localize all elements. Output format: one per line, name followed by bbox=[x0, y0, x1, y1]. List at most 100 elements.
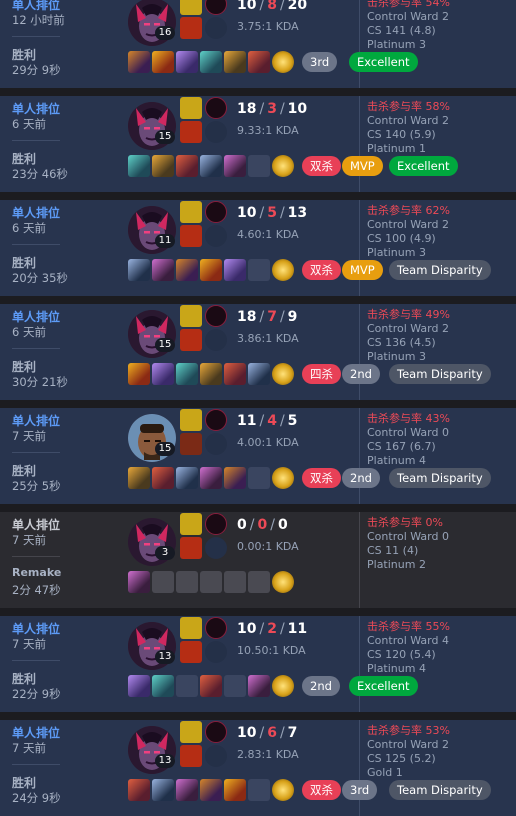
match-card[interactable]: 单人排位 7 天前 胜利 22分 9秒 13 10/2/11 10.50:1 KDA 击杀参与… bbox=[0, 616, 516, 712]
item-icon[interactable] bbox=[224, 155, 246, 177]
flash-spell-icon[interactable] bbox=[180, 97, 202, 119]
flash-spell-icon[interactable] bbox=[180, 617, 202, 639]
item-icon[interactable] bbox=[200, 363, 222, 385]
control-ward-count: Control Ward 4 bbox=[367, 634, 449, 647]
match-card[interactable]: 单人排位 6 天前 胜利 30分 21秒 15 18/7/9 3.86:1 KDA 击杀参与率… bbox=[0, 304, 516, 400]
electrocute-rune-icon[interactable] bbox=[205, 201, 227, 223]
slash: / bbox=[279, 725, 285, 741]
sorcery-rune-icon[interactable] bbox=[205, 17, 227, 39]
ignite-spell-icon[interactable] bbox=[180, 641, 202, 663]
electrocute-rune-icon[interactable] bbox=[205, 97, 227, 119]
item-icon[interactable] bbox=[248, 675, 270, 697]
item-icon[interactable] bbox=[128, 155, 150, 177]
item-icon[interactable] bbox=[152, 467, 174, 489]
divider bbox=[12, 36, 60, 37]
match-card[interactable]: 单人排位 7 天前 胜利 25分 5秒 15 11/4/5 4.00:1 KDA 击杀参与率 … bbox=[0, 408, 516, 504]
champion-level: 3 bbox=[155, 546, 175, 560]
electrocute-rune-icon[interactable] bbox=[205, 513, 227, 535]
sorcery-rune-icon[interactable] bbox=[205, 225, 227, 247]
item-icon[interactable] bbox=[248, 51, 270, 73]
sorcery-rune-icon[interactable] bbox=[205, 745, 227, 767]
match-card[interactable]: 单人排位 12 小时前 胜利 29分 9秒 16 10/8/20 3.75:1 KDA 击杀参… bbox=[0, 0, 516, 88]
sorcery-rune-icon[interactable] bbox=[205, 641, 227, 663]
sorcery-rune-icon[interactable] bbox=[205, 329, 227, 351]
item-icon[interactable] bbox=[152, 259, 174, 281]
smite-spell-icon[interactable] bbox=[180, 433, 202, 455]
item-icon[interactable] bbox=[128, 571, 150, 593]
ignite-spell-icon[interactable] bbox=[180, 17, 202, 39]
stealth-ward-icon[interactable] bbox=[272, 467, 294, 489]
item-icon[interactable] bbox=[224, 467, 246, 489]
flash-spell-icon[interactable] bbox=[180, 305, 202, 327]
item-icon[interactable] bbox=[224, 51, 246, 73]
item-icon[interactable] bbox=[200, 779, 222, 801]
oracle-lens-icon[interactable] bbox=[272, 51, 294, 73]
electrocute-rune-icon[interactable] bbox=[205, 721, 227, 743]
electrocute-rune-icon[interactable] bbox=[205, 617, 227, 639]
sorcery-rune-icon[interactable] bbox=[205, 537, 227, 559]
kills: 11 bbox=[237, 413, 257, 429]
item-icon[interactable] bbox=[176, 779, 198, 801]
sorcery-rune-icon[interactable] bbox=[205, 121, 227, 143]
stealth-ward-icon[interactable] bbox=[272, 571, 294, 593]
divider bbox=[359, 0, 360, 88]
item-icon[interactable] bbox=[152, 675, 174, 697]
electrocute-rune-icon[interactable] bbox=[205, 0, 227, 15]
item-icon[interactable] bbox=[200, 467, 222, 489]
oracle-lens-icon[interactable] bbox=[272, 259, 294, 281]
item-icon[interactable] bbox=[176, 363, 198, 385]
item-icon[interactable] bbox=[224, 363, 246, 385]
queue-type: 单人排位 bbox=[12, 310, 61, 324]
flash-spell-icon[interactable] bbox=[180, 513, 202, 535]
item-icon[interactable] bbox=[224, 779, 246, 801]
average-rank: Platinum 3 bbox=[367, 246, 426, 259]
assists: 20 bbox=[287, 0, 308, 13]
oracle-lens-icon[interactable] bbox=[272, 155, 294, 177]
item-icon[interactable] bbox=[152, 155, 174, 177]
item-icon[interactable] bbox=[128, 363, 150, 385]
ignite-spell-icon[interactable] bbox=[180, 225, 202, 247]
item-icon[interactable] bbox=[152, 51, 174, 73]
ignite-spell-icon[interactable] bbox=[180, 329, 202, 351]
item-icon[interactable] bbox=[128, 467, 150, 489]
match-card[interactable]: 单人排位 7 天前 胜利 24分 9秒 13 10/6/7 2.83:1 KDA 击杀参与率 … bbox=[0, 720, 516, 816]
item-icon[interactable] bbox=[128, 51, 150, 73]
item-icon[interactable] bbox=[128, 675, 150, 697]
item-icon[interactable] bbox=[152, 363, 174, 385]
item-icon[interactable] bbox=[128, 779, 150, 801]
flash-spell-icon[interactable] bbox=[180, 721, 202, 743]
flash-spell-icon[interactable] bbox=[180, 409, 202, 431]
queue-type: 单人排位 bbox=[12, 102, 61, 116]
oracle-lens-icon[interactable] bbox=[272, 363, 294, 385]
flash-spell-icon[interactable] bbox=[180, 201, 202, 223]
item-icon[interactable] bbox=[152, 779, 174, 801]
item-icon[interactable] bbox=[200, 259, 222, 281]
flash-spell-icon[interactable] bbox=[180, 0, 202, 15]
match-card[interactable]: 单人排位 7 天前 Remake 2分 47秒 3 0/0/0 0.00:1 KDA 击杀参与… bbox=[0, 512, 516, 608]
item-icon[interactable] bbox=[224, 259, 246, 281]
ignite-spell-icon[interactable] bbox=[180, 745, 202, 767]
item-icon[interactable] bbox=[176, 467, 198, 489]
divider bbox=[12, 556, 60, 557]
creep-score: CS 141 (4.8) bbox=[367, 24, 436, 37]
item-icon[interactable] bbox=[176, 259, 198, 281]
item-icon[interactable] bbox=[176, 51, 198, 73]
control-ward-count: Control Ward 0 bbox=[367, 426, 449, 439]
control-ward-count: Control Ward 2 bbox=[367, 114, 449, 127]
electrocute-rune-icon[interactable] bbox=[205, 305, 227, 327]
ignite-spell-icon[interactable] bbox=[180, 537, 202, 559]
match-card[interactable]: 单人排位 6 天前 胜利 23分 46秒 15 18/3/10 9.33:1 KDA 击杀参与… bbox=[0, 96, 516, 192]
item-icon[interactable] bbox=[200, 675, 222, 697]
match-card[interactable]: 单人排位 6 天前 胜利 20分 35秒 11 10/5/13 4.60:1 KDA 击杀参与… bbox=[0, 200, 516, 296]
item-icon[interactable] bbox=[176, 155, 198, 177]
empty-item-slot bbox=[248, 259, 270, 281]
item-icon[interactable] bbox=[128, 259, 150, 281]
item-icon[interactable] bbox=[200, 155, 222, 177]
stealth-ward-icon[interactable] bbox=[272, 779, 294, 801]
ignite-spell-icon[interactable] bbox=[180, 121, 202, 143]
item-icon[interactable] bbox=[200, 51, 222, 73]
item-icon[interactable] bbox=[248, 363, 270, 385]
inspiration-rune-icon[interactable] bbox=[205, 433, 227, 455]
fleet-footwork-rune-icon[interactable] bbox=[205, 409, 227, 431]
oracle-lens-icon[interactable] bbox=[272, 675, 294, 697]
